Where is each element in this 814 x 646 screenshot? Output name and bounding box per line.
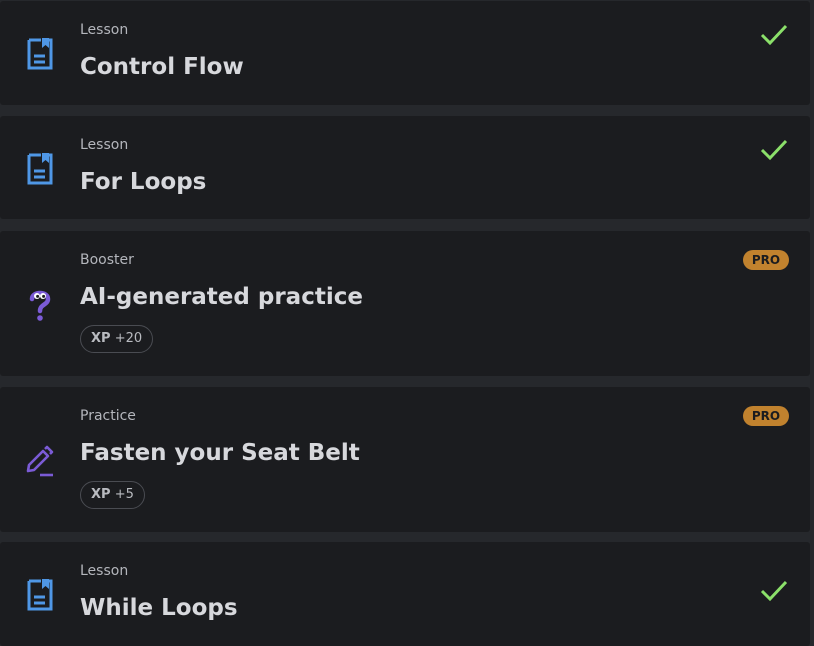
course-item-list: Lesson Control Flow Lesson For Loops Boo…: [0, 0, 814, 646]
pro-badge: PRO: [743, 250, 789, 270]
xp-badge: XP +20: [80, 325, 154, 353]
item-kind: Lesson: [80, 22, 129, 38]
xp-label: XP: [91, 331, 111, 346]
check-icon: [760, 579, 788, 603]
lesson-doc-icon: [24, 37, 56, 71]
item-kind: Booster: [80, 252, 134, 268]
practice-card-fasten-your-seat-belt[interactable]: Practice Fasten your Seat Belt XP +5 PRO: [0, 387, 810, 532]
xp-value: +5: [114, 487, 134, 502]
item-title: While Loops: [80, 595, 238, 621]
item-title: For Loops: [80, 169, 207, 195]
item-title: Control Flow: [80, 54, 244, 80]
item-title: Fasten your Seat Belt: [80, 440, 360, 466]
lesson-card-control-flow[interactable]: Lesson Control Flow: [0, 1, 810, 105]
item-kind: Lesson: [80, 563, 129, 579]
item-kind: Lesson: [80, 137, 129, 153]
lesson-doc-icon: [24, 578, 56, 612]
lesson-card-for-loops[interactable]: Lesson For Loops: [0, 116, 810, 219]
check-icon: [760, 23, 788, 47]
xp-badge: XP +5: [80, 481, 145, 509]
pencil-icon: [24, 443, 56, 477]
lesson-doc-icon: [24, 152, 56, 186]
item-title: AI-generated practice: [80, 284, 363, 310]
lesson-card-while-loops[interactable]: Lesson While Loops: [0, 542, 810, 646]
item-kind: Practice: [80, 408, 136, 424]
xp-label: XP: [91, 487, 111, 502]
question-mark-icon: [24, 287, 56, 321]
xp-value: +20: [114, 331, 143, 346]
pro-badge: PRO: [743, 406, 789, 426]
booster-card-ai-generated-practice[interactable]: Booster AI-generated practice XP +20 PRO: [0, 231, 810, 376]
check-icon: [760, 138, 788, 162]
